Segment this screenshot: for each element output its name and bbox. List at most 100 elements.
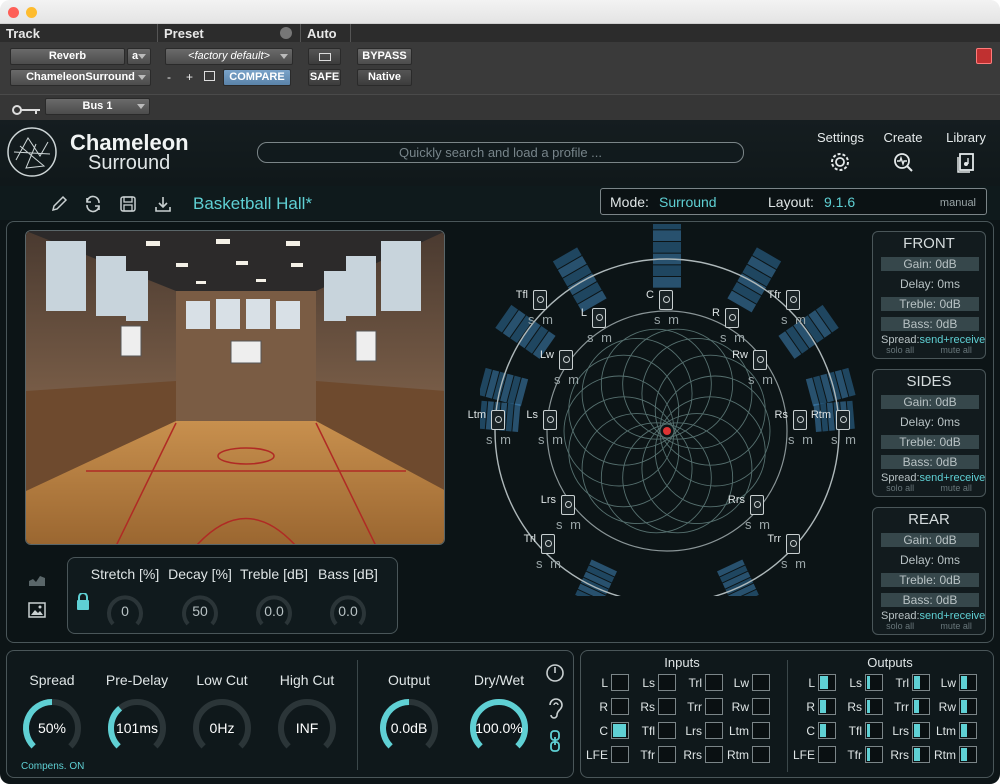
group-bass[interactable]: Bass: 0dB [881,593,979,607]
preset-selector[interactable]: <factory default> [165,48,293,65]
input-channel-toggle[interactable] [611,698,629,715]
speaker-tfl-icon[interactable] [533,290,547,310]
input-channel-toggle[interactable] [611,746,629,763]
output-channel-toggle[interactable] [865,722,883,739]
input-channel-toggle[interactable] [658,722,676,739]
speaker-lw-icon[interactable] [559,350,573,370]
speaker-solo-mute[interactable]: s m [538,432,565,447]
speaker-trl-icon[interactable] [541,534,555,554]
group-treble[interactable]: Treble: 0dB [881,297,979,311]
preset-minus-button[interactable]: - [167,70,171,84]
bus-selector[interactable]: Bus 1 [45,98,150,115]
listener-dot[interactable] [663,427,671,435]
input-channel-toggle[interactable] [611,722,629,739]
speaker-solo-mute[interactable]: s m [748,372,775,387]
input-channel-toggle[interactable] [658,698,676,715]
output-channel-toggle[interactable] [818,674,836,691]
output-channel-toggle[interactable] [912,746,930,763]
speaker-ls-icon[interactable] [543,410,557,430]
solo-all-button[interactable]: solo all [886,483,914,493]
input-channel-toggle[interactable] [705,698,723,715]
speaker-l-icon[interactable] [592,308,606,328]
minimize-window-button[interactable] [26,7,37,18]
safe-button[interactable]: SAFE [308,69,341,86]
output-channel-toggle[interactable] [818,722,836,739]
input-channel-toggle[interactable] [658,674,676,691]
group-delay[interactable]: Delay: 0ms [881,415,979,429]
compare-button[interactable]: COMPARE [223,69,291,86]
output-channel-toggle[interactable] [865,674,883,691]
output-channel-toggle[interactable] [865,698,883,715]
library-button[interactable]: Library [943,130,989,173]
mute-all-button[interactable]: mute all [940,621,972,631]
solo-all-button[interactable]: solo all [886,621,914,631]
speaker-solo-mute[interactable]: s m [528,312,555,327]
group-bass[interactable]: Bass: 0dB [881,317,979,331]
copy-preset-icon[interactable] [204,71,215,81]
speaker-rrs-icon[interactable] [750,495,764,515]
output-channel-toggle[interactable] [912,698,930,715]
output-channel-toggle[interactable] [865,746,883,763]
speaker-tfr-icon[interactable] [786,290,800,310]
create-button[interactable]: Create [880,130,926,173]
input-channel-toggle[interactable] [752,674,770,691]
speaker-rw-icon[interactable] [753,350,767,370]
mode-layout-box[interactable]: Mode: Surround Layout: 9.1.6 manual [600,188,987,215]
pencil-icon[interactable] [50,195,68,213]
group-gain[interactable]: Gain: 0dB [881,257,979,271]
compens-status[interactable]: Compens. ON [21,761,84,772]
mute-all-button[interactable]: mute all [940,483,972,493]
output-channel-toggle[interactable] [818,698,836,715]
speaker-solo-mute[interactable]: s m [831,432,858,447]
speaker-r-icon[interactable] [725,308,739,328]
speaker-ltm-icon[interactable] [491,410,505,430]
input-channel-toggle[interactable] [705,746,723,763]
input-channel-toggle[interactable] [752,746,770,763]
mode-value[interactable]: Surround [659,194,717,210]
speaker-c-icon[interactable] [659,290,673,310]
speaker-rtm-icon[interactable] [836,410,850,430]
input-channel-toggle[interactable] [752,722,770,739]
group-treble[interactable]: Treble: 0dB [881,573,979,587]
search-input[interactable]: Quickly search and load a profile ... [257,142,744,163]
speaker-solo-mute[interactable]: s m [536,556,563,571]
speaker-solo-mute[interactable]: s m [720,330,747,345]
image-view-icon[interactable] [28,602,46,618]
save-icon[interactable] [119,195,137,213]
output-channel-toggle[interactable] [959,698,977,715]
group-delay[interactable]: Delay: 0ms [881,553,979,567]
room-image[interactable] [25,230,445,545]
speaker-solo-mute[interactable]: s m [781,556,808,571]
mute-all-button[interactable]: mute all [940,345,972,355]
lock-icon[interactable] [76,593,90,611]
speaker-solo-mute[interactable]: s m [745,517,772,532]
preset-menu-icon[interactable] [280,27,292,39]
clock-icon[interactable] [545,663,565,683]
speaker-solo-mute[interactable]: s m [654,312,681,327]
speaker-lrs-icon[interactable] [561,495,575,515]
speaker-solo-mute[interactable]: s m [554,372,581,387]
speaker-trr-icon[interactable] [786,534,800,554]
bypass-button[interactable]: BYPASS [357,48,412,65]
output-channel-toggle[interactable] [912,722,930,739]
chart-view-icon[interactable] [28,573,46,587]
track-channel-selector[interactable]: a [127,48,151,65]
preset-plus-button[interactable]: + [186,70,193,84]
input-channel-toggle[interactable] [752,698,770,715]
refresh-icon[interactable] [84,195,102,213]
input-channel-toggle[interactable] [658,746,676,763]
close-window-button[interactable] [8,7,19,18]
output-channel-toggle[interactable] [818,746,836,763]
layout-mode[interactable]: manual [940,197,976,209]
plugin-selector[interactable]: ChameleonSurround [10,69,151,86]
group-bass[interactable]: Bass: 0dB [881,455,979,469]
output-channel-toggle[interactable] [959,746,977,763]
track-selector[interactable]: Reverb [10,48,125,65]
settings-button[interactable]: Settings [817,130,864,173]
speaker-solo-mute[interactable]: s m [556,517,583,532]
output-channel-toggle[interactable] [959,674,977,691]
solo-all-button[interactable]: solo all [886,345,914,355]
output-channel-toggle[interactable] [959,722,977,739]
link-icon[interactable] [547,730,563,752]
download-icon[interactable] [154,195,172,213]
